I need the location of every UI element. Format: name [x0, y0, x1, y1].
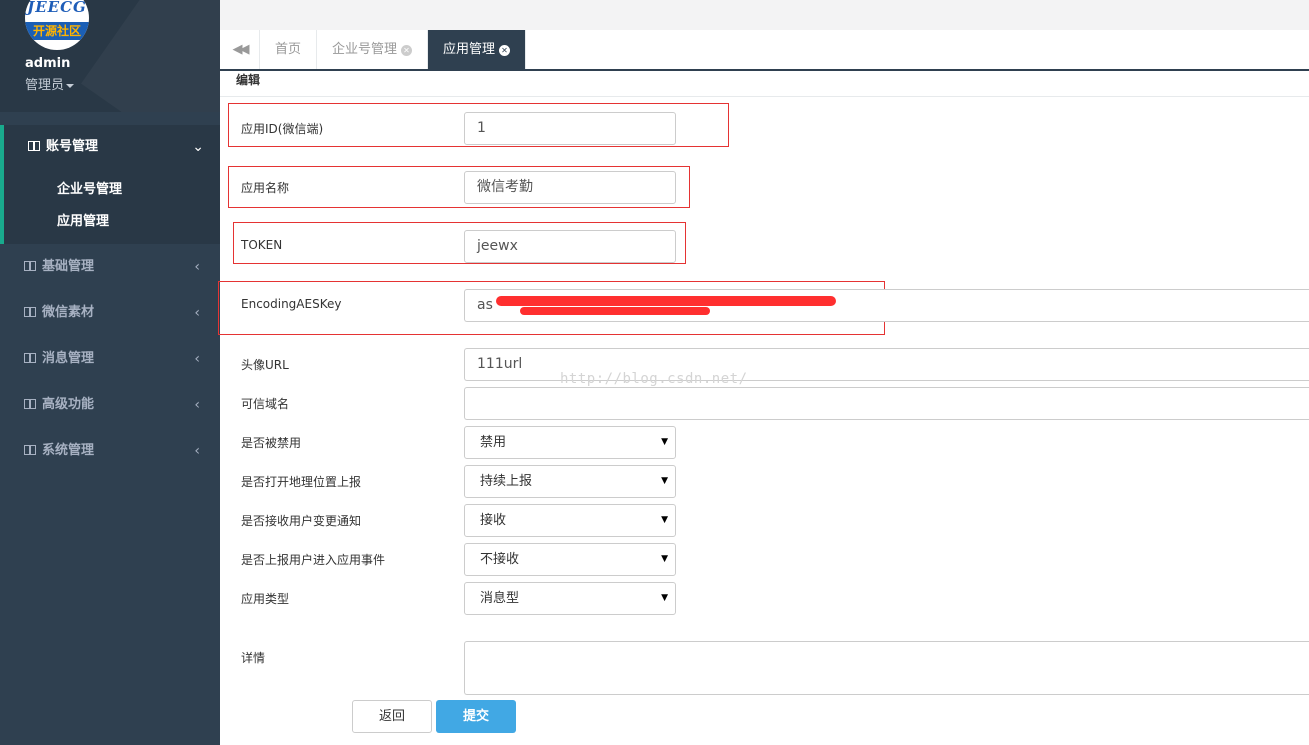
sidebar-item-material[interactable]: 微信素材 ‹ — [0, 298, 220, 328]
chevron-left-icon: ‹ — [194, 351, 200, 367]
report-enter-label: 是否上报用户进入应用事件 — [241, 553, 386, 567]
redaction-scribble — [496, 296, 836, 306]
sidebar-subitem-enterprise[interactable]: 企业号管理 — [57, 178, 122, 197]
app-type-select[interactable]: 消息型 ▼ — [464, 582, 676, 615]
aes-key-label: EncodingAESKey — [241, 297, 342, 311]
sidebar-subitem-apps[interactable]: 应用管理 — [57, 210, 109, 229]
columns-icon — [24, 307, 36, 317]
tab-enterprise[interactable]: 企业号管理 ✕ — [317, 30, 429, 69]
columns-icon — [24, 353, 36, 363]
edit-form: 编辑 应用ID(微信端) 1 应用名称 微信考勤 TOKEN jeewx Enc… — [218, 71, 1309, 745]
tab-home[interactable]: 首页 — [260, 30, 318, 69]
sidebar-item-label: 微信素材 — [42, 305, 95, 320]
aes-key-value-prefix: as — [477, 297, 493, 313]
sidebar-item-label: 高级功能 — [42, 397, 95, 412]
tab-scroll-left-button[interactable]: ◀◀ — [220, 30, 260, 69]
caret-down-icon — [66, 83, 75, 88]
token-label: TOKEN — [241, 238, 283, 252]
divider — [220, 96, 1309, 97]
chevron-left-icon: ‹ — [194, 443, 200, 459]
sidebar-item-label: 基础管理 — [42, 259, 95, 274]
submit-button[interactable]: 提交 — [436, 700, 516, 733]
redaction-scribble — [520, 307, 710, 315]
details-textarea[interactable] — [464, 641, 1309, 695]
sidebar: JEECG 开源社区 admin 管理员 账号管理 ⌄ 企业号管理 应用管理 基… — [0, 0, 220, 745]
columns-icon — [28, 141, 40, 151]
profile-role-dropdown[interactable]: 管理员 — [25, 74, 75, 93]
details-label: 详情 — [241, 651, 266, 665]
sidebar-item-message[interactable]: 消息管理 ‹ — [0, 344, 220, 374]
sidebar-item-label: 系统管理 — [42, 443, 95, 458]
logo-band-text: 开源社区 — [25, 22, 89, 40]
close-icon[interactable]: ✕ — [499, 45, 511, 56]
sidebar-item-label: 消息管理 — [42, 351, 95, 366]
app-id-input[interactable]: 1 — [464, 112, 676, 145]
dropdown-arrow-icon: ▼ — [661, 437, 668, 447]
report-enter-select[interactable]: 不接收 ▼ — [464, 543, 676, 576]
report-location-select[interactable]: 持续上报 ▼ — [464, 465, 676, 498]
jeecg-logo[interactable]: JEECG 开源社区 — [25, 0, 89, 50]
app-type-label: 应用类型 — [241, 592, 290, 606]
back-button[interactable]: 返回 — [352, 700, 432, 733]
tab-bar: ◀◀ 首页 企业号管理 ✕ 应用管理 ✕ — [220, 30, 1309, 71]
profile-panel: JEECG 开源社区 admin 管理员 — [0, 0, 220, 112]
trusted-domain-label: 可信域名 — [241, 397, 290, 411]
logo-top-text: JEECG — [27, 0, 87, 16]
columns-icon — [24, 445, 36, 455]
dropdown-arrow-icon: ▼ — [661, 593, 668, 603]
trusted-domain-input[interactable] — [464, 387, 1309, 420]
chevron-left-icon: ‹ — [194, 259, 200, 275]
chevron-left-icon: ‹ — [194, 397, 200, 413]
double-left-icon: ◀◀ — [232, 42, 250, 57]
app-name-label: 应用名称 — [241, 181, 290, 195]
sidebar-item-system[interactable]: 系统管理 ‹ — [0, 436, 220, 466]
sidebar-item-advanced[interactable]: 高级功能 ‹ — [0, 390, 220, 420]
dropdown-arrow-icon: ▼ — [661, 554, 668, 564]
report-location-label: 是否打开地理位置上报 — [241, 475, 362, 489]
receive-change-label: 是否接收用户变更通知 — [241, 514, 362, 528]
sidebar-item-basic[interactable]: 基础管理 ‹ — [0, 252, 220, 282]
disabled-label: 是否被禁用 — [241, 436, 302, 450]
chevron-down-icon: ⌄ — [192, 139, 204, 155]
tab-apps[interactable]: 应用管理 ✕ — [428, 30, 527, 69]
close-icon[interactable]: ✕ — [401, 45, 413, 56]
top-bar — [220, 0, 1309, 30]
chevron-left-icon: ‹ — [194, 305, 200, 321]
dropdown-arrow-icon: ▼ — [661, 515, 668, 525]
receive-change-select[interactable]: 接收 ▼ — [464, 504, 676, 537]
sidebar-item-account[interactable]: 账号管理 ⌄ — [4, 132, 224, 162]
app-name-input[interactable]: 微信考勤 — [464, 171, 676, 204]
dropdown-arrow-icon: ▼ — [661, 476, 668, 486]
watermark: http://blog.csdn.net/ — [560, 371, 748, 387]
profile-name: admin — [25, 56, 71, 71]
avatar-url-label: 头像URL — [241, 358, 289, 372]
columns-icon — [24, 261, 36, 271]
sidebar-item-label: 账号管理 — [46, 139, 99, 154]
token-input[interactable]: jeewx — [464, 230, 676, 263]
columns-icon — [24, 399, 36, 409]
profile-role-label: 管理员 — [25, 78, 65, 93]
section-title: 编辑 — [236, 73, 261, 87]
disabled-select[interactable]: 禁用 ▼ — [464, 426, 676, 459]
app-id-label: 应用ID(微信端) — [241, 122, 324, 136]
